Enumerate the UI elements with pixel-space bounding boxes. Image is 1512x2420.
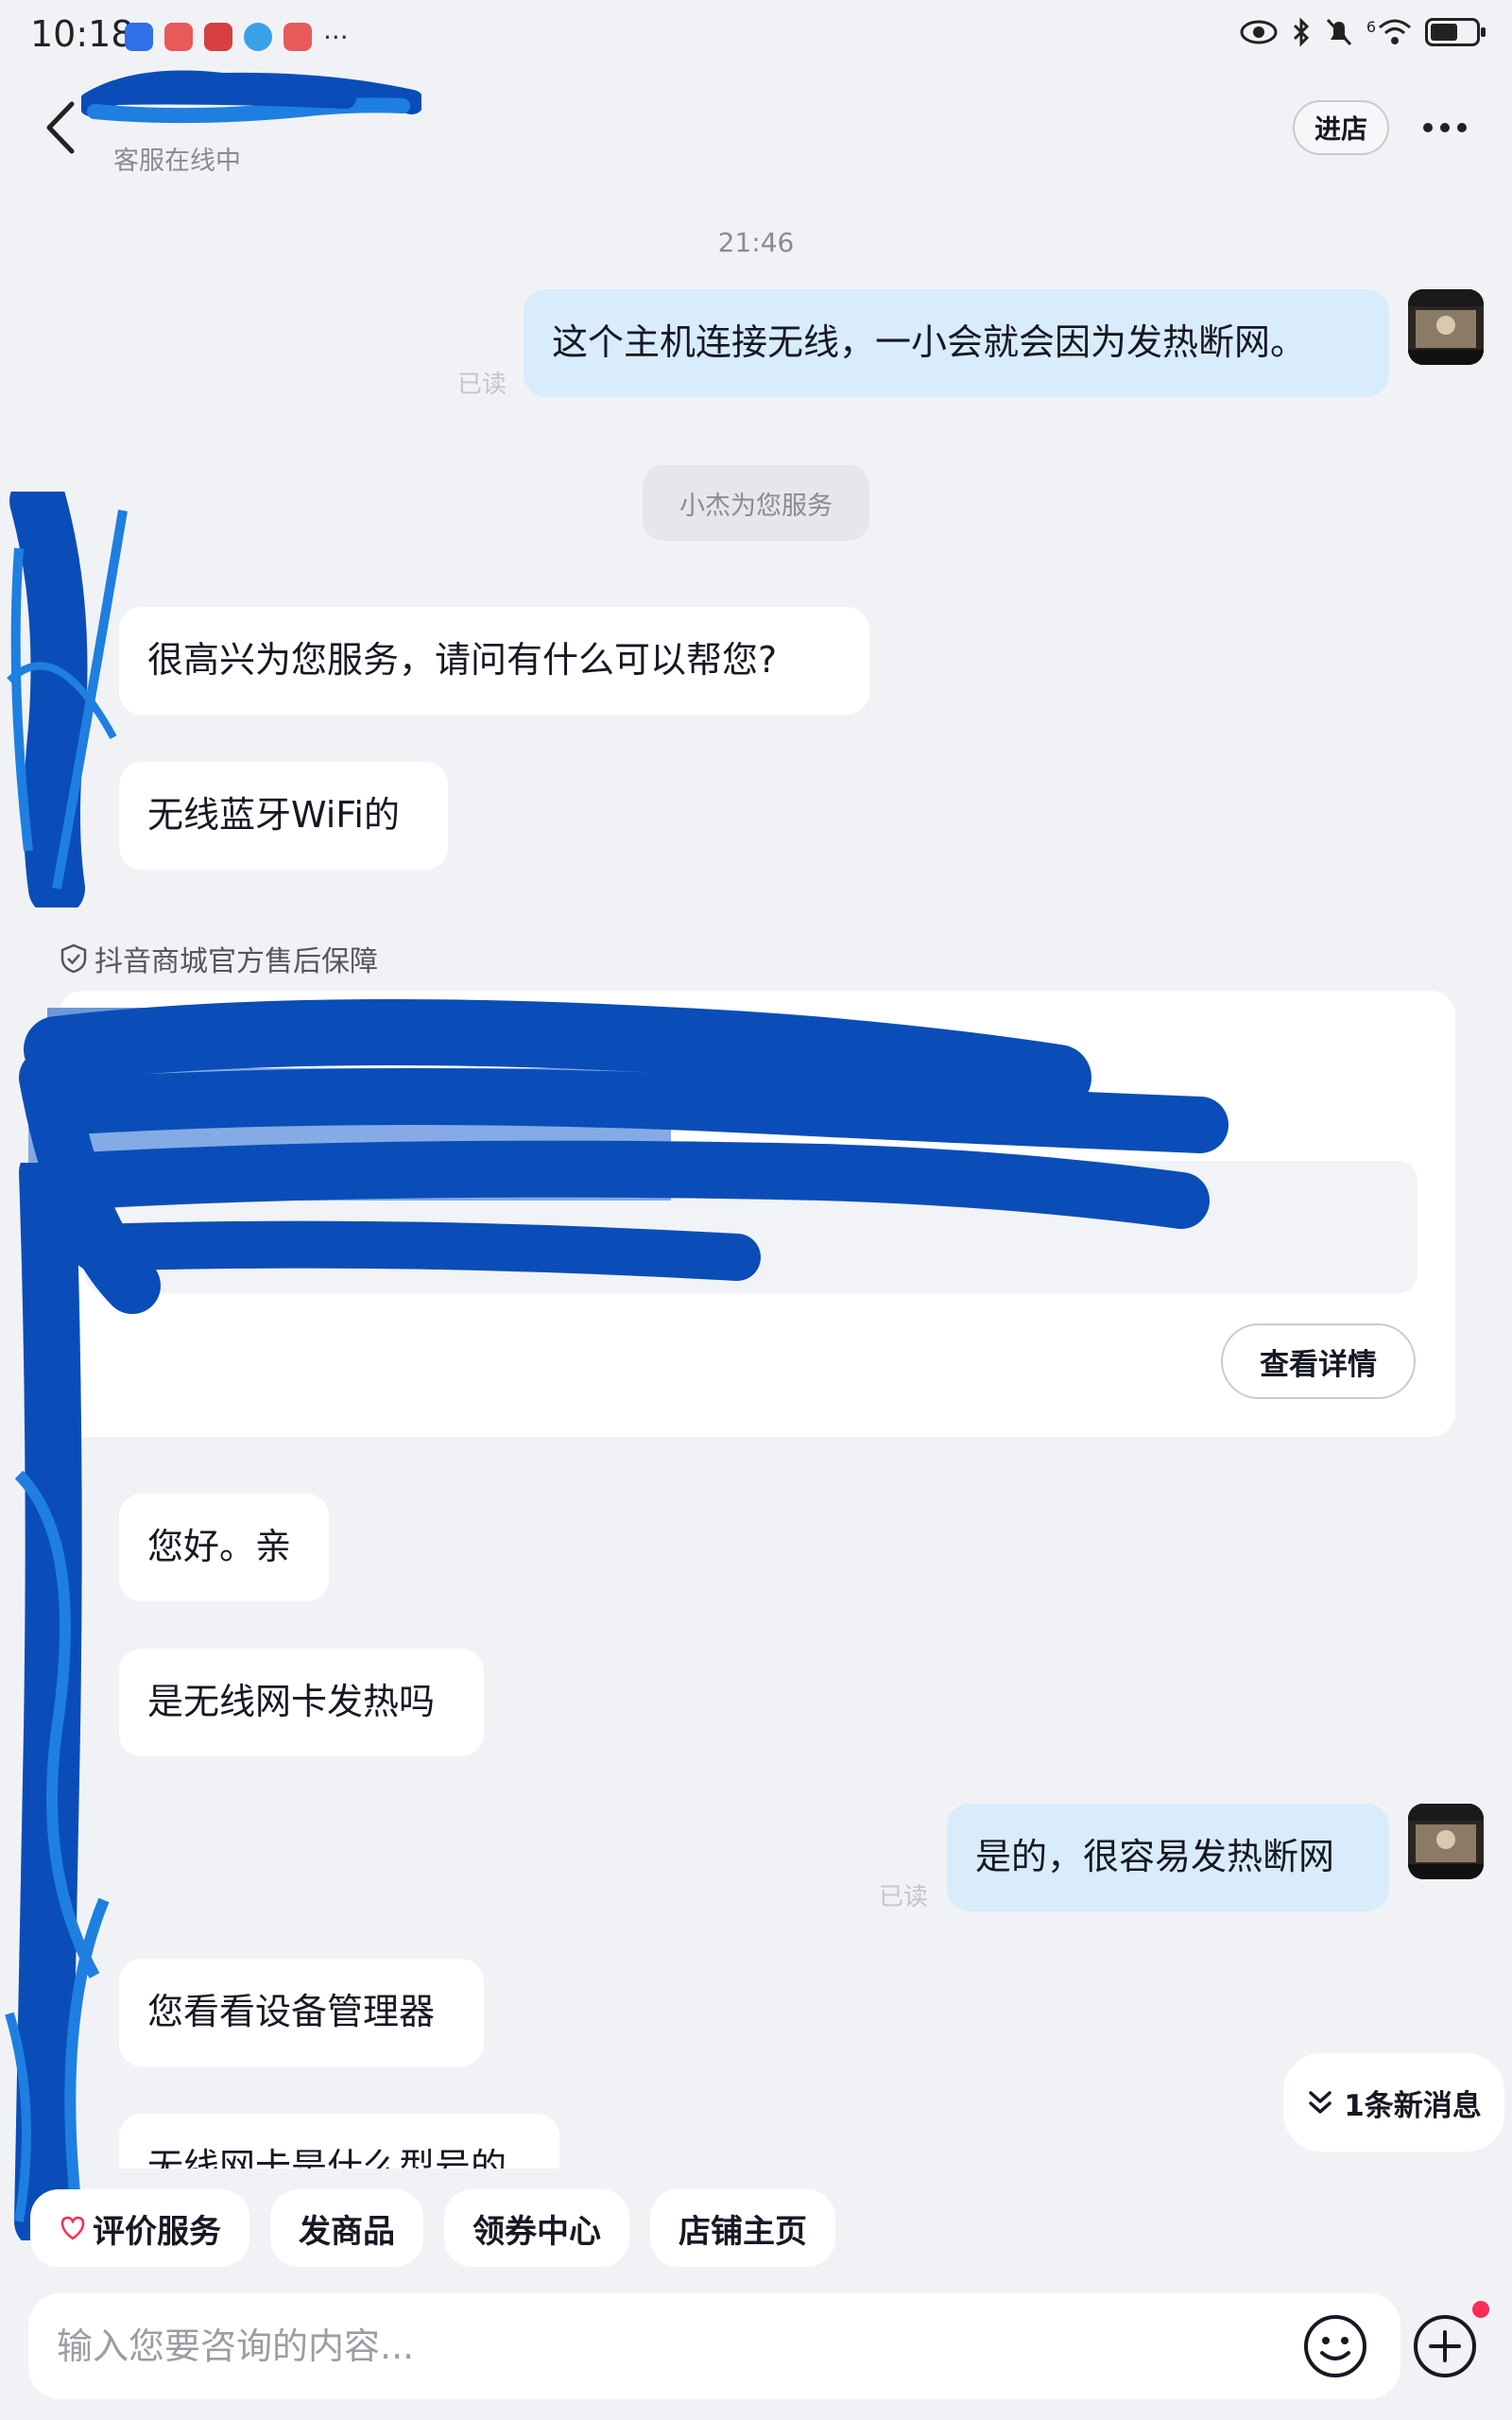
quick-action-label: 领券中心 (472, 2212, 601, 2251)
shield-check-icon (60, 943, 87, 974)
more-options-button[interactable] (1412, 106, 1478, 149)
status-right-icons: 6 (1240, 17, 1486, 47)
mute-bell-icon (1326, 18, 1351, 46)
double-chevron-down-icon (1309, 2091, 1332, 2114)
quick-action-store-home[interactable]: 店铺主页 (650, 2189, 835, 2267)
eye-icon (1240, 20, 1278, 44)
heart-handshake-icon (60, 2216, 85, 2240)
quick-action-label: 店铺主页 (679, 2212, 807, 2251)
message-text: 您好。亲 (147, 1526, 292, 1568)
read-receipt: 已读 (879, 1883, 929, 1911)
battery-icon (1425, 18, 1486, 46)
message-text: 无线网卡是什么型号的 (147, 2146, 507, 2169)
user-avatar[interactable] (1408, 289, 1484, 365)
dot (1457, 123, 1467, 132)
emoji-button[interactable] (1302, 2313, 1368, 2379)
message-text: 这个主机连接无线，一小会就会因为发热断网。 (552, 321, 1307, 364)
redacted-product-info (19, 999, 1228, 1314)
status-time: 10:18 (30, 13, 134, 55)
guarantee-text: 抖音商城官方售后保障 (94, 945, 378, 978)
cloud-app-icon (125, 23, 153, 51)
quick-action-rate-service[interactable]: 评价服务 (30, 2189, 249, 2267)
quick-action-coupon-center[interactable]: 领券中心 (444, 2189, 629, 2267)
dot (1440, 123, 1450, 132)
message-bubble-agent[interactable]: 您看看设备管理器 (119, 1959, 484, 2066)
message-bubble-self[interactable]: 这个主机连接无线，一小会就会因为发热断网。 (524, 289, 1389, 397)
status-app-icons: ··· (125, 21, 349, 53)
bluetooth-icon (1293, 17, 1309, 47)
enter-store-button[interactable]: 进店 (1293, 100, 1389, 155)
message-bubble-agent[interactable]: 您好。亲 (119, 1494, 329, 1601)
mail-app-icon (204, 23, 232, 51)
message-bubble-agent[interactable]: 无线蓝牙WiFi的 (119, 762, 448, 870)
message-text: 是无线网卡发热吗 (147, 1681, 436, 1723)
wifi-icon (1379, 19, 1411, 44)
message-bubble-self[interactable]: 是的，很容易发热断网 (947, 1804, 1389, 1911)
user-avatar[interactable] (1408, 1804, 1484, 1879)
dot (1423, 123, 1433, 132)
more-notifications-icon: ··· (323, 21, 349, 53)
quick-action-label: 评价服务 (93, 2212, 221, 2251)
message-text: 很高兴为您服务，请问有什么可以帮您? (147, 639, 778, 682)
chat-timestamp: 21:46 (717, 227, 795, 258)
quick-action-send-product[interactable]: 发商品 (270, 2189, 423, 2267)
redacted-shop-name (81, 70, 421, 124)
game-app-icon (164, 23, 193, 51)
network-type-label: 6 (1366, 18, 1376, 36)
service-status: 客服在线中 (113, 147, 241, 176)
message-text: 无线蓝牙WiFi的 (147, 794, 400, 837)
service-agent-notice: 小杰为您服务 (643, 465, 869, 541)
message-input[interactable] (57, 2312, 1266, 2380)
quick-actions: 评价服务 发商品 领券中心 店铺主页 (30, 2189, 835, 2267)
message-text: 是的，很容易发热断网 (975, 1836, 1335, 1878)
plus-circle-icon (1414, 2315, 1476, 2377)
game-app-icon-2 (284, 23, 312, 51)
message-bubble-agent[interactable]: 无线网卡是什么型号的 (119, 2114, 559, 2169)
new-message-label: 1条新消息 (1344, 2088, 1482, 2123)
new-message-indicator[interactable]: 1条新消息 (1283, 2053, 1504, 2152)
more-functions-button[interactable] (1412, 2313, 1478, 2379)
message-bubble-agent[interactable]: 是无线网卡发热吗 (119, 1649, 484, 1756)
notification-dot (1472, 2301, 1489, 2318)
browser-app-icon (244, 23, 272, 51)
read-receipt: 已读 (457, 371, 507, 399)
message-text: 您看看设备管理器 (147, 1991, 436, 2033)
after-sales-guarantee: 抖音商城官方售后保障 (59, 938, 378, 979)
message-bubble-agent[interactable]: 很高兴为您服务，请问有什么可以帮您? (119, 607, 869, 715)
message-clip: 无线网卡是什么型号的 (119, 2114, 563, 2169)
quick-action-label: 发商品 (299, 2212, 395, 2251)
emoji-icon (1304, 2315, 1366, 2377)
view-details-button[interactable]: 查看详情 (1221, 1323, 1416, 1399)
